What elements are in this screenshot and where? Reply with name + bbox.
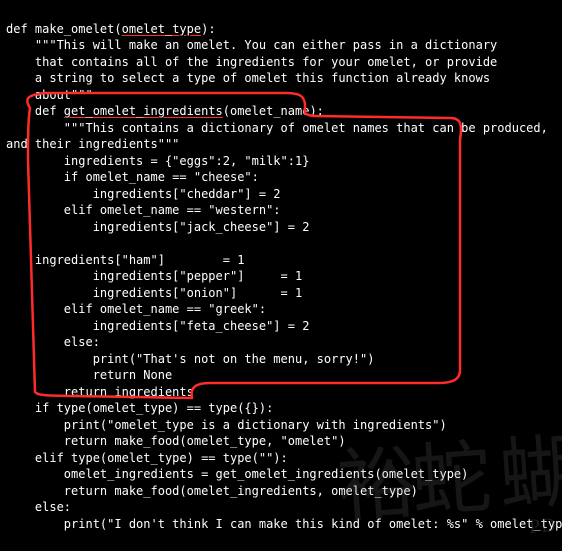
underlined-inner-fn: get_omelet_ingredients xyxy=(64,104,223,118)
code-line: elif omelet_name == "western": xyxy=(6,203,281,217)
code-line: else: xyxy=(6,500,71,514)
code-line: def make_omelet(omelet_type): xyxy=(6,22,216,36)
code-line: that contains all of the ingredients for… xyxy=(6,55,497,69)
code-line: a string to select a type of omelet this… xyxy=(6,71,490,85)
code-line: ingredients["onion"] = 1 xyxy=(6,286,302,300)
code-line: ingredients["ham"] = 1 xyxy=(6,253,244,267)
code-line: return None xyxy=(6,368,172,382)
watermark: 裕蛇 蝴 PD xyxy=(335,437,562,549)
code-line: return ingredients xyxy=(6,385,194,399)
code-line: if omelet_name == "cheese": xyxy=(6,170,259,184)
code-line: ingredients["jack_cheese"] = 2 xyxy=(6,220,309,234)
code-line: """This contains a dictionary of omelet … xyxy=(6,121,548,135)
code-line: return make_food(omelet_type, "omelet") xyxy=(6,434,346,448)
code-line: elif type(omelet_type) == type(""): xyxy=(6,451,288,465)
code-line: print("That's not on the menu, sorry!") xyxy=(6,352,374,366)
code-line: ingredients["feta_cheese"] = 2 xyxy=(6,319,309,333)
code-line: ingredients = {"eggs":2, "milk":1} xyxy=(6,154,309,168)
code-line: ingredients["cheddar"] = 2 xyxy=(6,187,281,201)
code-line: def get_omelet_ingredients(omelet_name): xyxy=(6,104,324,118)
code-line: print("omelet_type is a dictionary with … xyxy=(6,418,447,432)
code-line: else: xyxy=(6,335,100,349)
code-line: """This will make an omelet. You can eit… xyxy=(6,38,497,52)
code-line: about""" xyxy=(6,88,93,102)
code-line: ingredients["pepper"] = 1 xyxy=(6,269,302,283)
code-line: if type(omelet_type) == type({}): xyxy=(6,401,273,415)
code-line: and their ingredients""" xyxy=(6,137,179,151)
code-line: elif omelet_name == "greek": xyxy=(6,302,266,316)
underlined-param: omelet_type xyxy=(122,22,201,36)
